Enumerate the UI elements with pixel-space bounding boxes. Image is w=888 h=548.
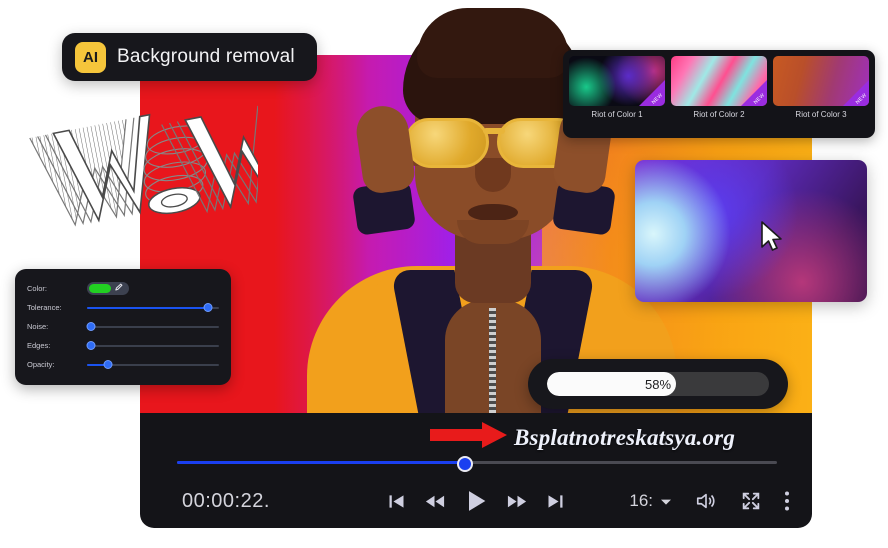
setting-row-edges: Edges: — [15, 336, 231, 355]
volume-icon[interactable] — [694, 490, 718, 512]
setting-label-noise: Noise: — [27, 322, 49, 331]
noise-slider[interactable] — [86, 321, 219, 332]
sunglasses-bridge — [483, 128, 505, 134]
aspect-ratio-label: 16: — [629, 491, 653, 510]
slider-track — [87, 325, 219, 328]
thumbnail-caption: Riot of Color 1 — [591, 110, 643, 119]
slider-knob[interactable] — [86, 341, 96, 350]
play-icon[interactable] — [462, 487, 490, 515]
gradient-preview-card[interactable] — [635, 160, 867, 302]
seek-handle[interactable] — [457, 456, 473, 472]
thumbnail-caption: Riot of Color 2 — [693, 110, 745, 119]
edges-slider[interactable] — [86, 340, 219, 351]
fullscreen-icon[interactable] — [740, 490, 762, 512]
progress-percent-label: 58% — [644, 376, 672, 392]
player-control-row: 00:00:22. 16: — [140, 481, 812, 521]
aspect-ratio-dropdown[interactable]: 16: — [629, 491, 672, 511]
skip-forward-icon[interactable] — [545, 491, 566, 512]
skip-back-icon[interactable] — [386, 491, 407, 512]
render-progress-panel: 58% — [528, 359, 788, 409]
chevron-down-icon[interactable] — [660, 491, 672, 511]
thumbnail-caption: Riot of Color 3 — [795, 110, 847, 119]
setting-label-tolerance: Tolerance: — [27, 303, 62, 312]
thumbnail-preview-2[interactable]: NEW — [671, 56, 767, 106]
slider-fill — [87, 306, 209, 309]
setting-label-edges: Edges: — [27, 341, 51, 350]
tolerance-slider[interactable] — [87, 302, 219, 313]
opacity-slider[interactable] — [87, 359, 219, 370]
subject-zipper — [489, 308, 496, 420]
rewind-icon[interactable] — [423, 490, 446, 513]
ai-background-removal-badge[interactable]: AI Background removal — [62, 33, 317, 81]
screenshot-stage: AI Background removal NEW Riot of Color … — [0, 0, 888, 548]
more-vertical-icon[interactable] — [784, 490, 790, 512]
watermark: Bsplatnotreskatsya.org — [430, 420, 735, 455]
slider-knob[interactable] — [203, 303, 213, 312]
setting-row-tolerance: Tolerance: — [15, 298, 231, 317]
seek-bar[interactable] — [177, 456, 777, 472]
slider-knob[interactable] — [103, 360, 113, 369]
setting-label-opacity: Opacity: — [27, 360, 55, 369]
mouse-pointer-icon — [759, 220, 785, 259]
progress-bar: 58% — [547, 372, 769, 396]
thumbnail-preview-3[interactable]: NEW — [773, 56, 869, 106]
setting-row-color: Color: — [15, 279, 231, 298]
color-picker-button[interactable] — [87, 282, 129, 295]
thumbnail-strip: NEW Riot of Color 1 NEW Riot of Color 2 … — [563, 50, 875, 138]
color-swatch[interactable] — [89, 284, 111, 293]
setting-label-color: Color: — [27, 284, 48, 293]
player-right-controls: 16: — [629, 490, 790, 512]
ai-chip-icon: AI — [75, 41, 106, 73]
thumbnail-item[interactable]: NEW Riot of Color 2 — [671, 56, 767, 132]
thumbnail-preview-1[interactable]: NEW — [569, 56, 665, 106]
seek-fill — [177, 461, 465, 464]
thumbnail-item[interactable]: NEW Riot of Color 3 — [773, 56, 869, 132]
eyedropper-icon[interactable] — [114, 283, 123, 294]
thumbnail-item[interactable]: NEW Riot of Color 1 — [569, 56, 665, 132]
setting-row-noise: Noise: — [15, 317, 231, 336]
subject-lips — [468, 204, 518, 221]
sunglasses-lens-left — [405, 118, 489, 168]
red-arrow-icon — [430, 420, 508, 455]
ai-badge-label: Background removal — [117, 46, 295, 67]
setting-row-opacity: Opacity: — [15, 355, 231, 374]
fast-forward-icon[interactable] — [506, 490, 529, 513]
chroma-key-settings-panel: Color: Tolerance: Noise: Edges: Opacity: — [15, 269, 231, 385]
watermark-text: Bsplatnotreskatsya.org — [514, 424, 736, 450]
subject-hair-top — [417, 8, 569, 78]
slider-knob[interactable] — [86, 322, 96, 331]
slider-track — [87, 344, 219, 347]
